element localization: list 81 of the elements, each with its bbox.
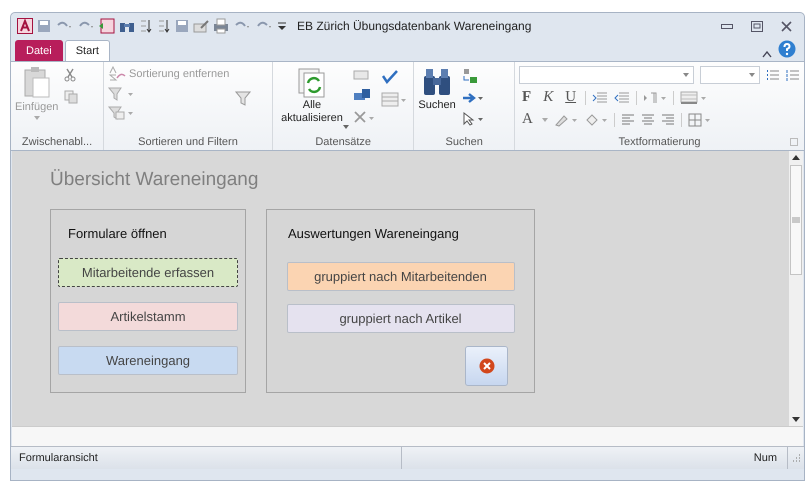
underline-button[interactable]: U bbox=[562, 89, 580, 106]
form-button[interactable]: gruppiert nach Mitarbeitenden bbox=[286, 262, 514, 291]
group-label: Suchen bbox=[446, 136, 483, 148]
sort-ascending-icon[interactable] bbox=[139, 19, 153, 33]
decrease-indent-icon[interactable] bbox=[614, 92, 630, 104]
dropdown-arrow-icon[interactable] bbox=[34, 116, 40, 120]
borders-icon[interactable] bbox=[688, 112, 712, 126]
scroll-thumb[interactable] bbox=[790, 165, 802, 275]
close-icon[interactable] bbox=[781, 20, 792, 32]
group-label: Sortieren und Filtern bbox=[138, 136, 238, 148]
paragraph-direction-icon[interactable] bbox=[643, 92, 668, 104]
vertical-scrollbar[interactable] bbox=[789, 151, 803, 426]
edit-icon[interactable] bbox=[193, 19, 209, 33]
scroll-up-icon[interactable] bbox=[791, 154, 801, 162]
form-button[interactable]: Mitarbeitende erfassen bbox=[58, 258, 238, 287]
form-button[interactable]: gruppiert nach Artikel bbox=[286, 304, 514, 333]
highlight-icon[interactable] bbox=[554, 112, 578, 126]
filter-icon[interactable] bbox=[235, 90, 252, 106]
gridlines-icon[interactable] bbox=[680, 90, 708, 104]
scissors-icon[interactable] bbox=[64, 68, 76, 82]
ribbon-tab[interactable]: Start bbox=[64, 40, 110, 61]
clear-sort-icon[interactable] bbox=[108, 66, 126, 82]
more-icon[interactable] bbox=[380, 92, 407, 108]
font-name-field[interactable] bbox=[519, 66, 694, 84]
replace-icon[interactable] bbox=[462, 68, 478, 84]
copy-icon[interactable] bbox=[64, 90, 78, 104]
align-right-icon[interactable] bbox=[660, 114, 675, 126]
grip-icon bbox=[792, 217, 800, 223]
ribbon-tab[interactable]: Datei bbox=[15, 40, 63, 61]
increase-indent-icon[interactable] bbox=[592, 92, 608, 104]
panel-title: Auswertungen Wareneingang bbox=[288, 226, 459, 241]
save-record-icon[interactable] bbox=[352, 88, 371, 102]
refresh-all-button[interactable]: Alle aktualisieren bbox=[281, 99, 343, 125]
window-title: EB Zürich Übungsdatenbank Wareneingang bbox=[297, 19, 532, 33]
app-icon[interactable] bbox=[17, 18, 33, 34]
status-text: Formularansicht bbox=[11, 447, 402, 469]
minimize-icon[interactable] bbox=[721, 22, 733, 30]
maximize-icon[interactable] bbox=[751, 20, 763, 32]
cursor-icon[interactable] bbox=[462, 112, 484, 126]
close-icon bbox=[478, 358, 494, 374]
filter-options-icon[interactable] bbox=[108, 87, 134, 101]
num-lock-indicator: Num bbox=[754, 447, 788, 469]
group-label: Datensätze bbox=[315, 136, 371, 148]
bold-button[interactable]: F bbox=[519, 89, 534, 106]
group-label: Zwischenabl... bbox=[22, 136, 92, 148]
customize-icon[interactable] bbox=[277, 20, 287, 32]
find-button[interactable]: Suchen bbox=[418, 99, 456, 112]
italic-button[interactable]: K bbox=[540, 89, 556, 106]
new-record-icon[interactable] bbox=[352, 68, 371, 80]
align-center-icon[interactable] bbox=[640, 114, 655, 126]
help-icon[interactable] bbox=[778, 40, 796, 58]
delete-icon[interactable] bbox=[352, 110, 375, 124]
dropdown-arrow-icon[interactable] bbox=[749, 73, 756, 77]
numbered-list-icon[interactable] bbox=[786, 69, 800, 81]
resize-grip-icon[interactable] bbox=[791, 453, 801, 463]
binoculars-icon[interactable] bbox=[422, 68, 452, 96]
fill-color-icon[interactable] bbox=[584, 112, 608, 126]
align-left-icon[interactable] bbox=[620, 114, 635, 126]
sort-descending-icon[interactable] bbox=[157, 19, 171, 33]
form-icon[interactable] bbox=[99, 18, 115, 34]
form-button[interactable]: Wareneingang bbox=[58, 346, 238, 375]
spelling-icon[interactable] bbox=[380, 68, 399, 84]
group-label: Textformatierung bbox=[618, 136, 700, 148]
font-color-button[interactable]: A bbox=[519, 111, 536, 128]
go-to-arrow-icon[interactable] bbox=[462, 92, 484, 104]
form-button[interactable]: Artikelstamm bbox=[58, 302, 238, 331]
toggle-filter-icon[interactable] bbox=[108, 106, 134, 120]
form-title: Übersicht Wareneingang bbox=[50, 169, 260, 191]
dropdown-arrow-icon[interactable] bbox=[342, 125, 349, 129]
bullet-list-icon[interactable] bbox=[766, 69, 780, 81]
panel-title: Formulare öffnen bbox=[68, 226, 167, 241]
font-size-field[interactable] bbox=[700, 66, 760, 84]
printer-icon[interactable] bbox=[213, 18, 229, 34]
collapse-ribbon-icon[interactable] bbox=[762, 50, 772, 58]
dropdown-arrow-icon[interactable] bbox=[683, 73, 690, 77]
save-icon[interactable] bbox=[37, 19, 51, 33]
dropdown-arrow-icon[interactable] bbox=[542, 118, 548, 122]
close-form-button[interactable] bbox=[465, 346, 508, 386]
scroll-down-icon[interactable] bbox=[791, 415, 801, 423]
clipboard-icon[interactable] bbox=[24, 66, 50, 98]
refresh-icon[interactable] bbox=[298, 68, 326, 98]
